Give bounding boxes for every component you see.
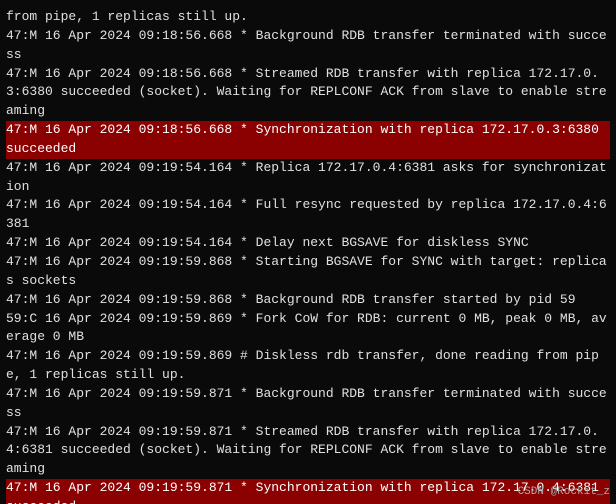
log-line: 47:M 16 Apr 2024 09:19:59.871 * Streamed… <box>6 423 610 480</box>
log-line: 59:C 16 Apr 2024 09:19:59.869 * Fork CoW… <box>6 310 610 348</box>
log-line: 47:M 16 Apr 2024 09:19:54.164 * Full res… <box>6 196 610 234</box>
terminal-window: from pipe, 1 replicas still up.47:M 16 A… <box>0 0 616 504</box>
log-container: from pipe, 1 replicas still up.47:M 16 A… <box>6 8 610 504</box>
log-line: 47:M 16 Apr 2024 09:19:59.869 # Diskless… <box>6 347 610 385</box>
log-line: 47:M 16 Apr 2024 09:19:59.868 * Backgrou… <box>6 291 610 310</box>
watermark: CSDN @Rockit_z <box>518 486 610 498</box>
log-line: 47:M 16 Apr 2024 09:19:59.868 * Starting… <box>6 253 610 291</box>
log-line: from pipe, 1 replicas still up. <box>6 8 610 27</box>
log-line: 47:M 16 Apr 2024 09:18:56.668 * Synchron… <box>6 121 610 159</box>
log-line: 47:M 16 Apr 2024 09:19:54.164 * Delay ne… <box>6 234 610 253</box>
log-line: 47:M 16 Apr 2024 09:18:56.668 * Backgrou… <box>6 27 610 65</box>
log-line: 47:M 16 Apr 2024 09:19:59.871 * Backgrou… <box>6 385 610 423</box>
log-line: 47:M 16 Apr 2024 09:19:54.164 * Replica … <box>6 159 610 197</box>
log-line: 47:M 16 Apr 2024 09:18:56.668 * Streamed… <box>6 65 610 122</box>
